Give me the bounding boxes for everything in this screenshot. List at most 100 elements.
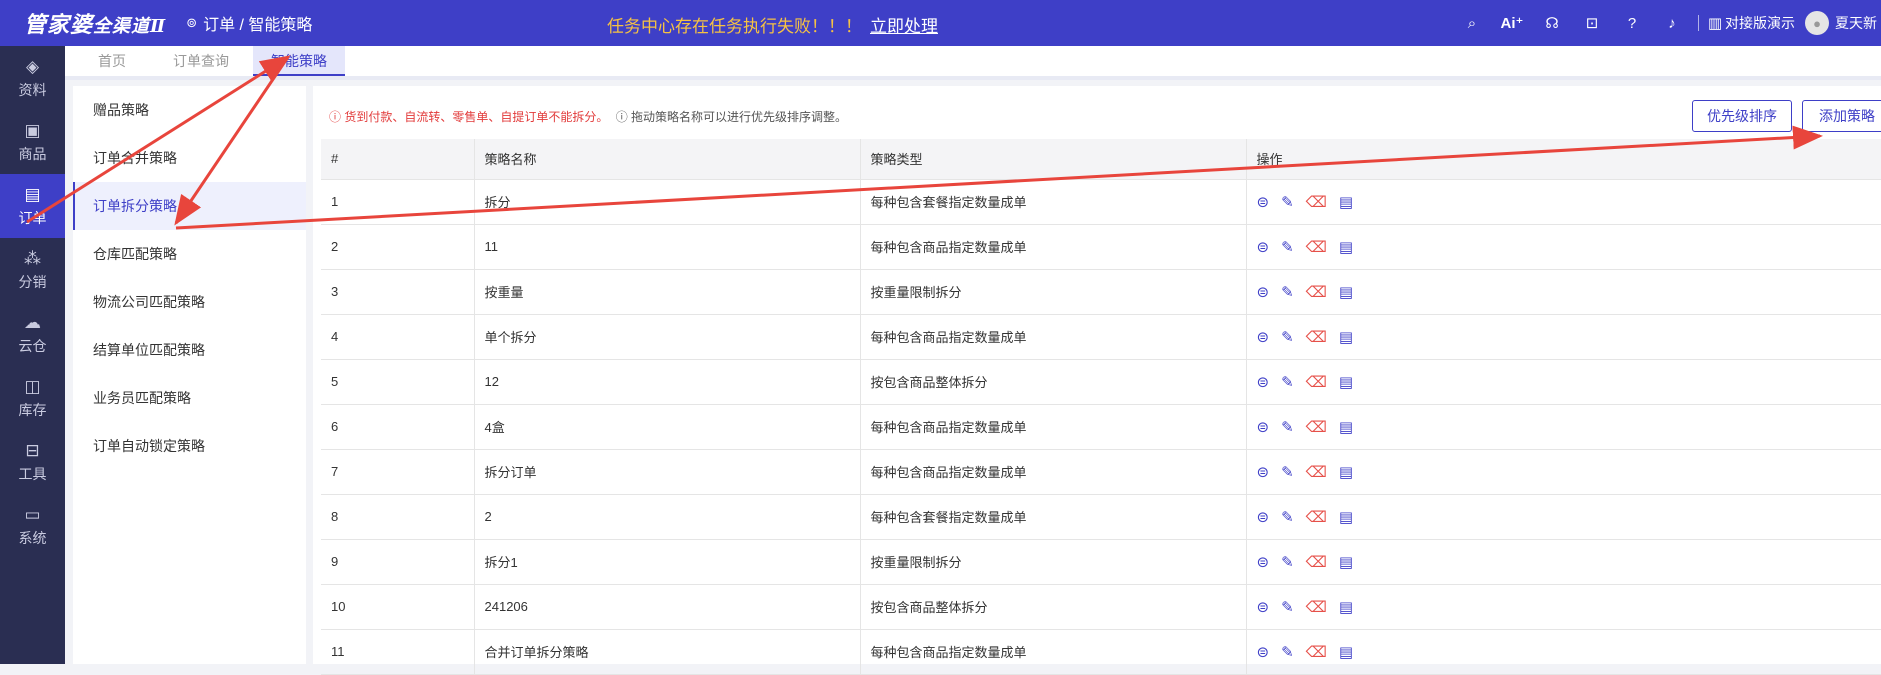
row-index: 11 — [321, 629, 475, 675]
strategy-name[interactable]: 12 — [474, 359, 861, 405]
strategy-item[interactable]: 业务员匹配策略 — [73, 374, 306, 422]
headset-icon[interactable]: ☊ — [1532, 14, 1572, 32]
strategy-name[interactable]: 241206 — [474, 584, 861, 630]
delete-icon[interactable]: ⌫ — [1306, 418, 1327, 436]
demo-account[interactable]: 对接版演示 — [1725, 13, 1795, 33]
view-icon[interactable]: ⊜ — [1257, 418, 1270, 436]
nav-item[interactable]: ⁂ 分销 — [0, 238, 65, 302]
edit-icon[interactable]: ✎ — [1281, 553, 1294, 571]
edit-icon[interactable]: ✎ — [1281, 643, 1294, 661]
app-logo[interactable]: 管家婆全渠道Ⅱ — [24, 7, 166, 39]
table-row: 5 12 按包含商品整体拆分 ⊜ ✎ ⌫ ▤ — [321, 359, 1881, 405]
edit-icon[interactable]: ✎ — [1281, 598, 1294, 616]
nav-item[interactable]: ▣ 商品 — [0, 110, 65, 174]
nav-label: 分销 — [18, 273, 47, 290]
row-index: 1 — [321, 179, 475, 225]
strategy-name[interactable]: 合并订单拆分策略 — [474, 629, 861, 675]
strategy-name[interactable]: 单个拆分 — [474, 314, 861, 360]
avatar[interactable]: ● — [1805, 11, 1829, 35]
view-icon[interactable]: ⊜ — [1257, 463, 1270, 481]
copy-icon[interactable]: ▤ — [1339, 283, 1353, 301]
edit-icon[interactable]: ✎ — [1281, 418, 1294, 436]
nav-item[interactable]: ⊟ 工具 — [0, 430, 65, 494]
copy-icon[interactable]: ▤ — [1339, 418, 1353, 436]
edit-icon[interactable]: ✎ — [1281, 463, 1294, 481]
strategy-type: 每种包含套餐指定数量成单 — [860, 494, 1247, 540]
view-icon[interactable]: ⊜ — [1257, 193, 1270, 211]
view-icon[interactable]: ⊜ — [1257, 553, 1270, 571]
strategy-name[interactable]: 按重量 — [474, 269, 861, 315]
bell-icon[interactable]: ♪ — [1652, 15, 1692, 32]
edit-icon[interactable]: ✎ — [1281, 373, 1294, 391]
search-icon[interactable]: ⌕ — [1452, 15, 1492, 32]
strategy-name[interactable]: 11 — [474, 224, 861, 270]
delete-icon[interactable]: ⌫ — [1306, 598, 1327, 616]
view-icon[interactable]: ⊜ — [1257, 508, 1270, 526]
nav-item[interactable]: ▭ 系统 — [0, 494, 65, 558]
box-icon: ▣ — [24, 120, 41, 140]
strategy-item[interactable]: 结算单位匹配策略 — [73, 326, 306, 374]
nav-item[interactable]: ▤ 订单 — [0, 174, 65, 238]
tab-home[interactable]: 首页 — [80, 46, 144, 76]
strategy-item[interactable]: 订单自动锁定策略 — [73, 422, 306, 470]
copy-icon[interactable]: ▤ — [1339, 508, 1353, 526]
copy-icon[interactable]: ▤ — [1339, 328, 1353, 346]
copy-icon[interactable]: ▤ — [1339, 553, 1353, 571]
strategy-name[interactable]: 拆分1 — [474, 539, 861, 585]
copy-icon[interactable]: ▤ — [1339, 373, 1353, 391]
strategy-item[interactable]: 赠品策略 — [73, 86, 306, 134]
delete-icon[interactable]: ⌫ — [1306, 283, 1327, 301]
view-icon[interactable]: ⊜ — [1257, 598, 1270, 616]
delete-icon[interactable]: ⌫ — [1306, 373, 1327, 391]
copy-icon[interactable]: ▤ — [1339, 643, 1353, 661]
strategy-name[interactable]: 拆分 — [474, 179, 861, 225]
delete-icon[interactable]: ⌫ — [1306, 643, 1327, 661]
copy-icon[interactable]: ▤ — [1339, 598, 1353, 616]
strategy-item[interactable]: 物流公司匹配策略 — [73, 278, 306, 326]
user-name[interactable]: 夏天新 — [1835, 13, 1877, 33]
layers-icon: ◈ — [25, 56, 40, 76]
nav-label: 云仓 — [18, 337, 47, 354]
strategy-type: 按重量限制拆分 — [860, 269, 1247, 315]
edit-icon[interactable]: ✎ — [1281, 508, 1294, 526]
edit-icon[interactable]: ✎ — [1281, 328, 1294, 346]
delete-icon[interactable]: ⌫ — [1306, 553, 1327, 571]
ai-icon[interactable]: Ai⁺ — [1492, 14, 1532, 32]
strategy-type: 每种包含商品指定数量成单 — [860, 404, 1247, 450]
copy-icon[interactable]: ▤ — [1339, 193, 1353, 211]
strategy-type: 按包含商品整体拆分 — [860, 359, 1247, 405]
copy-icon[interactable]: ▤ — [1339, 463, 1353, 481]
table-row: 1 拆分 每种包含套餐指定数量成单 ⊜ ✎ ⌫ ▤ — [321, 179, 1881, 225]
delete-icon[interactable]: ⌫ — [1306, 328, 1327, 346]
priority-sort-button[interactable]: 优先级排序 — [1692, 100, 1792, 132]
strategy-name[interactable]: 2 — [474, 494, 861, 540]
help-icon[interactable]: ? — [1612, 15, 1652, 32]
strategy-item[interactable]: 订单拆分策略 — [73, 182, 306, 230]
view-icon[interactable]: ⊜ — [1257, 643, 1270, 661]
strategy-item[interactable]: 仓库匹配策略 — [73, 230, 306, 278]
strategy-name[interactable]: 拆分订单 — [474, 449, 861, 495]
edit-icon[interactable]: ✎ — [1281, 238, 1294, 256]
view-icon[interactable]: ⊜ — [1257, 328, 1270, 346]
view-icon[interactable]: ⊜ — [1257, 283, 1270, 301]
nav-item[interactable]: ◈ 资料 — [0, 46, 65, 110]
add-strategy-button[interactable]: 添加策略 — [1802, 100, 1881, 132]
edit-icon[interactable]: ✎ — [1281, 193, 1294, 211]
notice-icon[interactable]: ⊡ — [1572, 14, 1612, 32]
strategy-item[interactable]: 订单合并策略 — [73, 134, 306, 182]
nav-item[interactable]: ◫ 库存 — [0, 366, 65, 430]
table-row: 2 11 每种包含商品指定数量成单 ⊜ ✎ ⌫ ▤ — [321, 224, 1881, 270]
tab-smart-strategy[interactable]: 智能策略 — [253, 46, 345, 76]
delete-icon[interactable]: ⌫ — [1306, 193, 1327, 211]
nav-item[interactable]: ☁ 云仓 — [0, 302, 65, 366]
copy-icon[interactable]: ▤ — [1339, 238, 1353, 256]
delete-icon[interactable]: ⌫ — [1306, 508, 1327, 526]
delete-icon[interactable]: ⌫ — [1306, 238, 1327, 256]
delete-icon[interactable]: ⌫ — [1306, 463, 1327, 481]
tab-order-query[interactable]: 订单查询 — [155, 46, 247, 76]
edit-icon[interactable]: ✎ — [1281, 283, 1294, 301]
view-icon[interactable]: ⊜ — [1257, 373, 1270, 391]
view-icon[interactable]: ⊜ — [1257, 238, 1270, 256]
handle-now-link[interactable]: 立即处理 — [870, 17, 938, 36]
strategy-name[interactable]: 4盒 — [474, 404, 861, 450]
